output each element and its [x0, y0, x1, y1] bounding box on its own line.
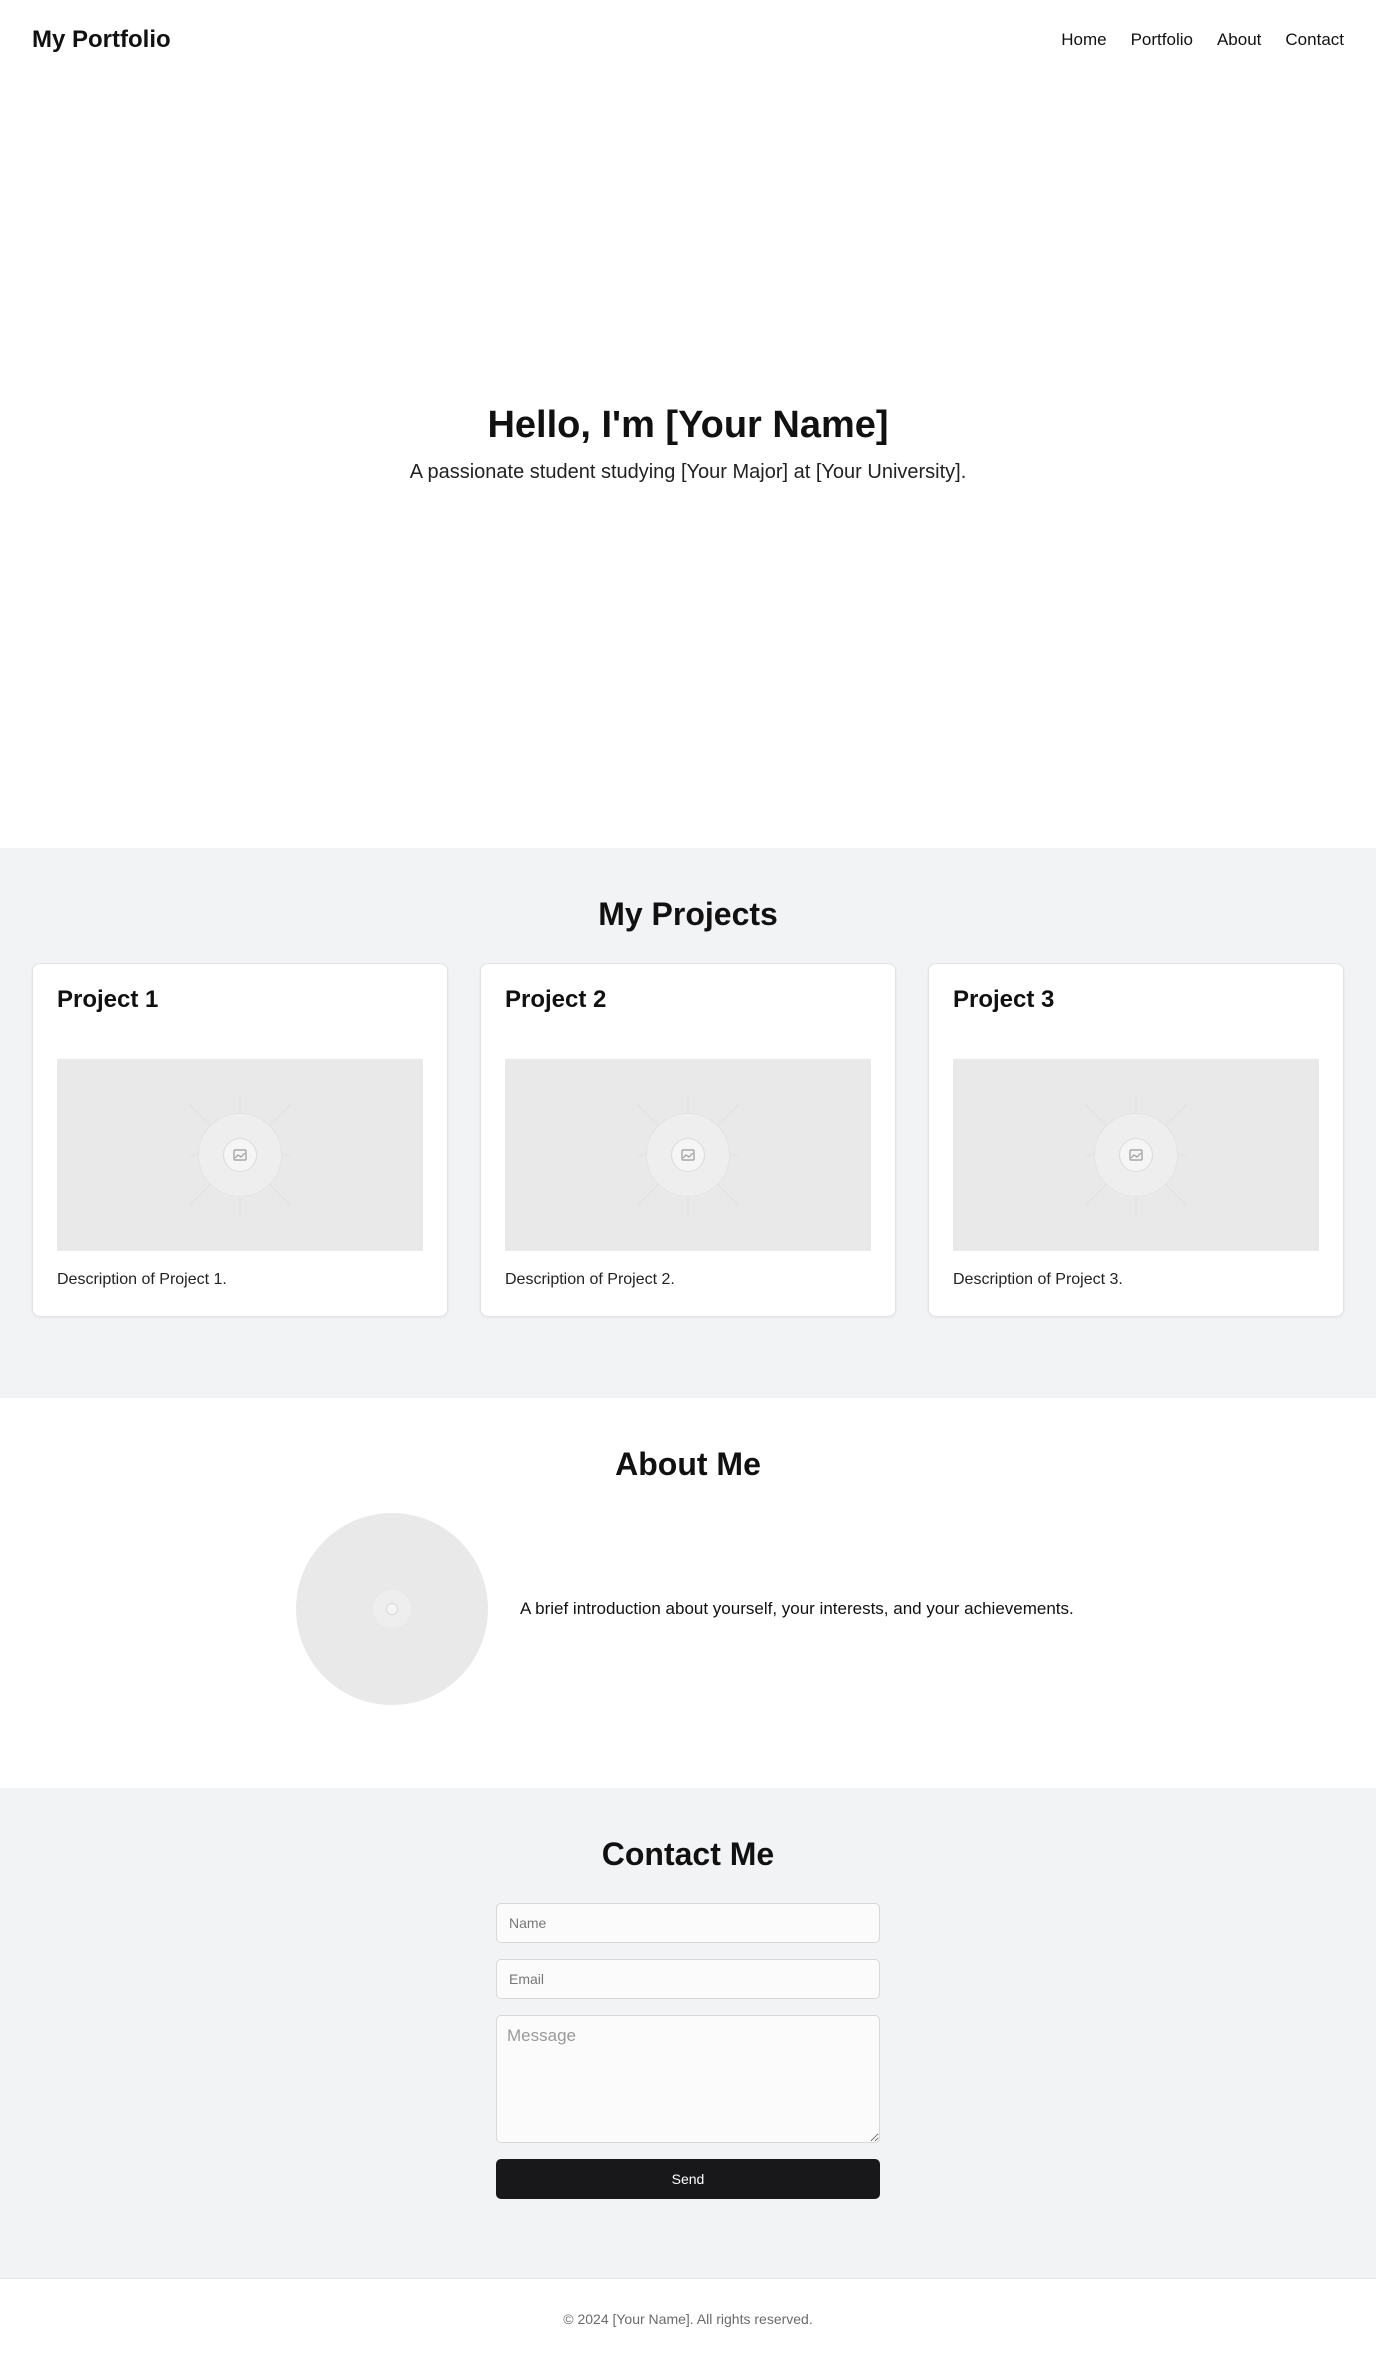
site-brand[interactable]: My Portfolio [32, 26, 171, 54]
message-textarea[interactable] [496, 2015, 880, 2143]
image-icon [223, 1138, 257, 1172]
projects-section: My Projects Project 1 Description of Pro… [0, 848, 1376, 1398]
projects-title: My Projects [598, 896, 778, 932]
nav-portfolio-link[interactable]: Portfolio [1131, 30, 1193, 50]
project-card-1: Project 1 Description of Project 1. [32, 963, 448, 1317]
send-button[interactable]: Send [496, 2159, 880, 2199]
project-card-title: Project 1 [57, 986, 159, 1013]
email-input[interactable] [496, 1959, 880, 1999]
project-image-placeholder [57, 1059, 423, 1251]
project-card-3: Project 3 Description of Project 3. [928, 963, 1344, 1317]
project-card-description: Description of Project 2. [505, 1271, 675, 1288]
image-icon [386, 1603, 398, 1615]
name-input[interactable] [496, 1903, 880, 1943]
about-title: About Me [615, 1446, 761, 1482]
nav-about-link[interactable]: About [1217, 30, 1261, 50]
hero-subtitle: A passionate student studying [Your Majo… [409, 461, 967, 483]
contact-section: Contact Me Send [0, 1788, 1376, 2278]
project-image-placeholder [505, 1059, 871, 1251]
project-image-placeholder [953, 1059, 1319, 1251]
avatar [296, 1513, 488, 1705]
contact-form: Send [496, 1903, 880, 2199]
project-cards: Project 1 Description of Project 1. Proj… [0, 963, 1376, 1317]
about-section: About Me A brief introduction about your… [0, 1398, 1376, 1788]
nav-contact-link[interactable]: Contact [1285, 30, 1344, 50]
image-icon [1119, 1138, 1153, 1172]
about-row: A brief introduction about yourself, you… [0, 1513, 1376, 1705]
nav-home-link[interactable]: Home [1061, 30, 1106, 50]
main-nav: Home Portfolio About Contact [1061, 30, 1344, 50]
project-card-2: Project 2 Description of Project 2. [480, 963, 896, 1317]
project-card-title: Project 3 [953, 986, 1055, 1013]
project-card-description: Description of Project 1. [57, 1271, 227, 1288]
hero-section: Hello, I'm [Your Name] A passionate stud… [0, 80, 1376, 848]
footer-copyright: © 2024 [Your Name]. All rights reserved. [563, 2310, 813, 2327]
site-footer: © 2024 [Your Name]. All rights reserved. [0, 2278, 1376, 2358]
image-icon [671, 1138, 705, 1172]
project-card-title: Project 2 [505, 986, 607, 1013]
site-header: My Portfolio Home Portfolio About Contac… [0, 0, 1376, 80]
about-text: A brief introduction about yourself, you… [520, 1599, 1074, 1618]
hero-title: Hello, I'm [Your Name] [487, 404, 889, 446]
project-card-description: Description of Project 3. [953, 1271, 1123, 1288]
contact-title: Contact Me [601, 1836, 775, 1872]
